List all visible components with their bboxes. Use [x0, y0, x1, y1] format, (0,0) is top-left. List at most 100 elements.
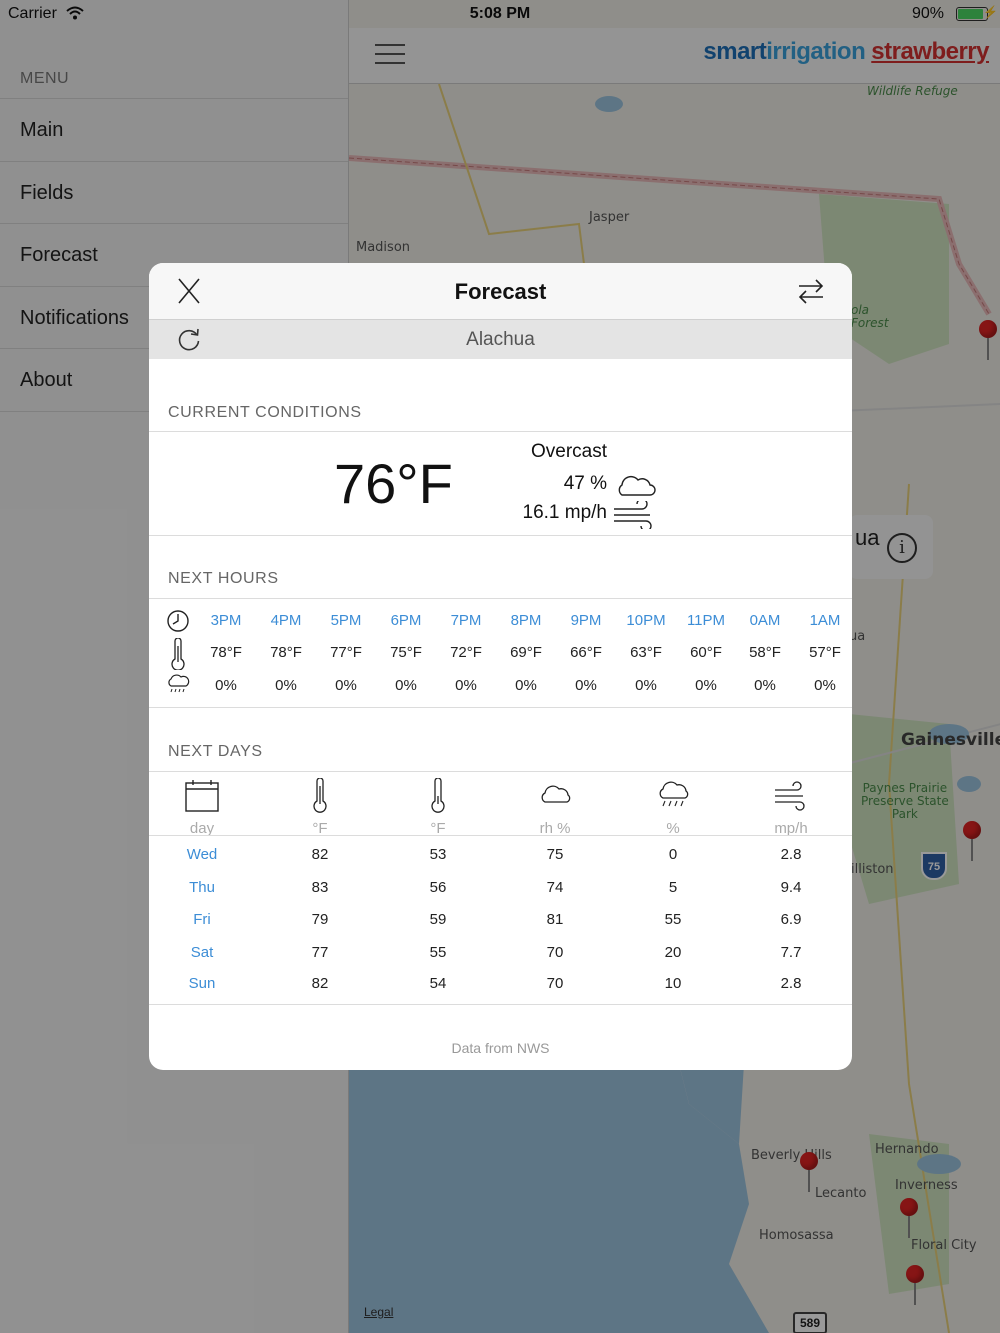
modal-header: Forecast — [149, 263, 852, 320]
hour-precip: 0% — [575, 677, 597, 694]
day-high: 79 — [311, 911, 329, 928]
day-wind: 7.7 — [780, 944, 802, 961]
hour-label: 5PM — [330, 612, 362, 629]
hour-precip: 0% — [635, 677, 657, 694]
day-high: 82 — [311, 846, 329, 863]
day-row: Fri 79 59 81 55 6.9 — [149, 911, 852, 943]
hour-temp: 63°F — [630, 644, 662, 661]
hour-temp: 72°F — [450, 644, 482, 661]
day-low: 56 — [429, 879, 447, 896]
hour-precip: 0% — [335, 677, 357, 694]
hour-precip: 0% — [395, 677, 417, 694]
modal-title: Forecast — [454, 279, 547, 304]
day-name[interactable]: Wed — [149, 846, 261, 863]
divider — [149, 771, 852, 772]
hour-temp: 66°F — [570, 644, 602, 661]
day-low: 54 — [429, 975, 447, 992]
thermometer-icon — [171, 638, 185, 670]
day-low: 53 — [429, 846, 447, 863]
day-name[interactable]: Sat — [149, 944, 261, 961]
day-humidity: 74 — [546, 879, 564, 896]
hour-label: 11PM — [686, 612, 726, 629]
hour-label: 1AM — [809, 612, 841, 629]
day-high: 83 — [311, 879, 329, 896]
hour-label: 10PM — [626, 612, 666, 629]
hour-precip: 0% — [754, 677, 776, 694]
day-high: 82 — [311, 975, 329, 992]
day-low: 59 — [429, 911, 447, 928]
hour-temp: 77°F — [330, 644, 362, 661]
hour-label: 0AM — [749, 612, 781, 629]
swap-arrows-icon[interactable] — [796, 277, 826, 305]
location-bar: Alachua — [149, 320, 852, 359]
divider — [149, 1004, 852, 1005]
day-precip: 0 — [668, 846, 678, 863]
hour-temp: 58°F — [749, 644, 781, 661]
hour-precip: 0% — [455, 677, 477, 694]
hour-label: 7PM — [450, 612, 482, 629]
day-row: Thu 83 56 74 5 9.4 — [149, 879, 852, 911]
current-wind: 16.1 mp/h — [522, 502, 608, 523]
hour-precip: 0% — [515, 677, 537, 694]
day-precip: 55 — [664, 911, 682, 928]
hour-precip: 0% — [695, 677, 717, 694]
day-wind: 2.8 — [780, 846, 802, 863]
day-name[interactable]: Fri — [149, 911, 261, 928]
data-source-note: Data from NWS — [451, 1040, 550, 1056]
next-hours-heading: NEXT HOURS — [168, 570, 279, 587]
day-humidity: 70 — [546, 944, 564, 961]
current-temperature: 76°F — [334, 452, 453, 515]
day-name[interactable]: Thu — [149, 879, 261, 896]
day-name[interactable]: Sun — [149, 975, 261, 992]
hour-temp: 57°F — [809, 644, 841, 661]
wind-icon — [775, 781, 805, 811]
hour-label: 3PM — [210, 612, 242, 629]
hour-temp: 78°F — [270, 644, 302, 661]
hour-temp: 78°F — [210, 644, 242, 661]
divider — [149, 535, 852, 536]
hour-precip: 0% — [215, 677, 237, 694]
hour-label: 6PM — [390, 612, 422, 629]
day-row: Sun 82 54 70 10 2.8 — [149, 975, 852, 1007]
thermometer-low-icon — [431, 778, 445, 813]
current-condition: Overcast — [531, 441, 608, 462]
current-humidity: 47 % — [563, 473, 607, 494]
day-high: 77 — [311, 944, 329, 961]
day-row: Sat 77 55 70 20 7.7 — [149, 944, 852, 976]
hour-temp: 60°F — [690, 644, 722, 661]
day-precip: 10 — [664, 975, 682, 992]
current-conditions-heading: CURRENT CONDITIONS — [168, 404, 362, 421]
thermometer-high-icon — [313, 778, 327, 813]
day-low: 55 — [429, 944, 447, 961]
day-wind: 2.8 — [780, 975, 802, 992]
day-precip: 5 — [668, 879, 678, 896]
day-humidity: 81 — [546, 911, 564, 928]
calendar-icon — [185, 780, 219, 812]
hour-temp: 69°F — [510, 644, 542, 661]
hour-temp: 75°F — [390, 644, 422, 661]
divider — [149, 598, 852, 599]
divider — [149, 835, 852, 836]
hour-label: 4PM — [270, 612, 302, 629]
day-humidity: 75 — [546, 846, 564, 863]
rain-cloud-icon — [659, 781, 689, 807]
divider — [149, 707, 852, 708]
hour-label: 9PM — [570, 612, 602, 629]
rain-cloud-icon — [168, 674, 190, 693]
day-row: Wed 82 53 75 0 2.8 — [149, 846, 852, 878]
day-wind: 6.9 — [780, 911, 802, 928]
hour-precip: 0% — [275, 677, 297, 694]
location-name: Alachua — [466, 329, 535, 350]
hour-label: 8PM — [510, 612, 542, 629]
clock-icon — [167, 610, 189, 632]
day-humidity: 70 — [546, 975, 564, 992]
wind-icon — [614, 501, 652, 529]
forecast-modal: Forecast Alachua CURRENT CONDITIONS 76°F… — [149, 263, 852, 1070]
cloud-icon — [541, 785, 571, 803]
hour-precip: 0% — [814, 677, 836, 694]
cloud-icon — [618, 475, 656, 496]
day-wind: 9.4 — [780, 879, 802, 896]
divider — [149, 431, 852, 432]
next-days-heading: NEXT DAYS — [168, 743, 263, 760]
day-precip: 20 — [664, 944, 682, 961]
